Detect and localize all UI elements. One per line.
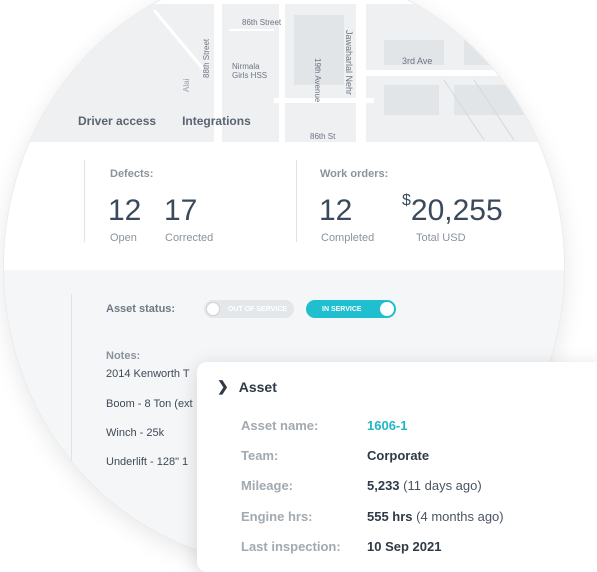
team-value: Corporate: [367, 448, 430, 463]
street-label: 86th Street: [242, 18, 282, 27]
currency-symbol: $: [402, 192, 411, 209]
street-label: 3rd Ave: [402, 56, 433, 66]
asset-name-value[interactable]: 1606-1: [367, 418, 407, 433]
tab-integrations[interactable]: Integrations: [182, 114, 251, 128]
engine-hours-label: Engine hrs:: [241, 509, 313, 524]
mileage-label: Mileage:: [241, 478, 294, 493]
work-orders-total-label: Total USD: [416, 232, 466, 244]
divider: [84, 160, 85, 242]
toggle-knob: [380, 302, 394, 316]
map[interactable]: 86th Street Nirmala Girls HSS 88th Stree…: [4, 0, 564, 142]
in-service-toggle[interactable]: IN SERVICE: [306, 300, 396, 318]
street-label: 88th Street: [202, 38, 211, 78]
defects-title: Defects:: [110, 168, 154, 180]
out-of-service-label: OUT OF SERVICE: [228, 305, 287, 313]
notes-label: Notes:: [106, 350, 141, 362]
street-label: Jawaharlal Nehr: [344, 30, 354, 96]
tab-driver-access[interactable]: Driver access: [78, 114, 156, 128]
team-label: Team:: [241, 448, 279, 463]
work-orders-completed-value: 12: [319, 194, 353, 227]
defects-open-label: Open: [110, 232, 137, 244]
note-line: Underlift - 128" 1: [106, 456, 189, 468]
note-line: 2014 Kenworth T: [106, 368, 190, 380]
section-tabs: Driver access Integrations: [78, 114, 251, 128]
asset-card-header[interactable]: ❯ Asset: [217, 378, 277, 395]
mileage-age: (11 days ago): [403, 478, 482, 493]
street-label: 19th Avenue: [313, 58, 322, 103]
mileage-value: 5,233 (11 days ago): [367, 478, 482, 493]
asset-status-label: Asset status:: [106, 303, 176, 315]
street-label: 86th St: [310, 132, 336, 141]
asset-card: ❯ Asset Asset name: 1606-1 Team: Corpora…: [197, 362, 597, 572]
in-service-label: IN SERVICE: [322, 305, 362, 313]
defects-corrected-value: 17: [164, 194, 198, 227]
defects-open-value: 12: [108, 194, 142, 227]
note-line: Winch - 25k: [106, 427, 165, 439]
divider: [296, 160, 297, 242]
last-inspection-value: 10 Sep 2021: [367, 539, 442, 554]
stats-panel: Defects: 12 Open 17 Corrected Work order…: [4, 142, 564, 270]
divider: [71, 294, 72, 544]
work-orders-total-value: $20,255: [402, 192, 503, 227]
out-of-service-toggle[interactable]: OUT OF SERVICE: [204, 300, 294, 318]
chevron-right-icon[interactable]: ❯: [217, 378, 229, 395]
toggle-knob: [206, 302, 220, 316]
poi-label: Nirmala Girls HSS: [232, 62, 268, 80]
note-line: Boom - 8 Ton (ext: [106, 398, 193, 410]
work-orders-title: Work orders:: [320, 168, 389, 180]
work-orders-completed-label: Completed: [321, 232, 375, 244]
defects-corrected-label: Corrected: [165, 232, 214, 244]
engine-hours-age: (4 months ago): [416, 509, 504, 524]
last-inspection-label: Last inspection:: [241, 539, 341, 554]
street-label: Alai: [182, 78, 191, 92]
engine-hours-value: 555 hrs (4 months ago): [367, 509, 504, 524]
asset-name-label: Asset name:: [241, 418, 319, 433]
asset-card-title: Asset: [238, 378, 277, 395]
